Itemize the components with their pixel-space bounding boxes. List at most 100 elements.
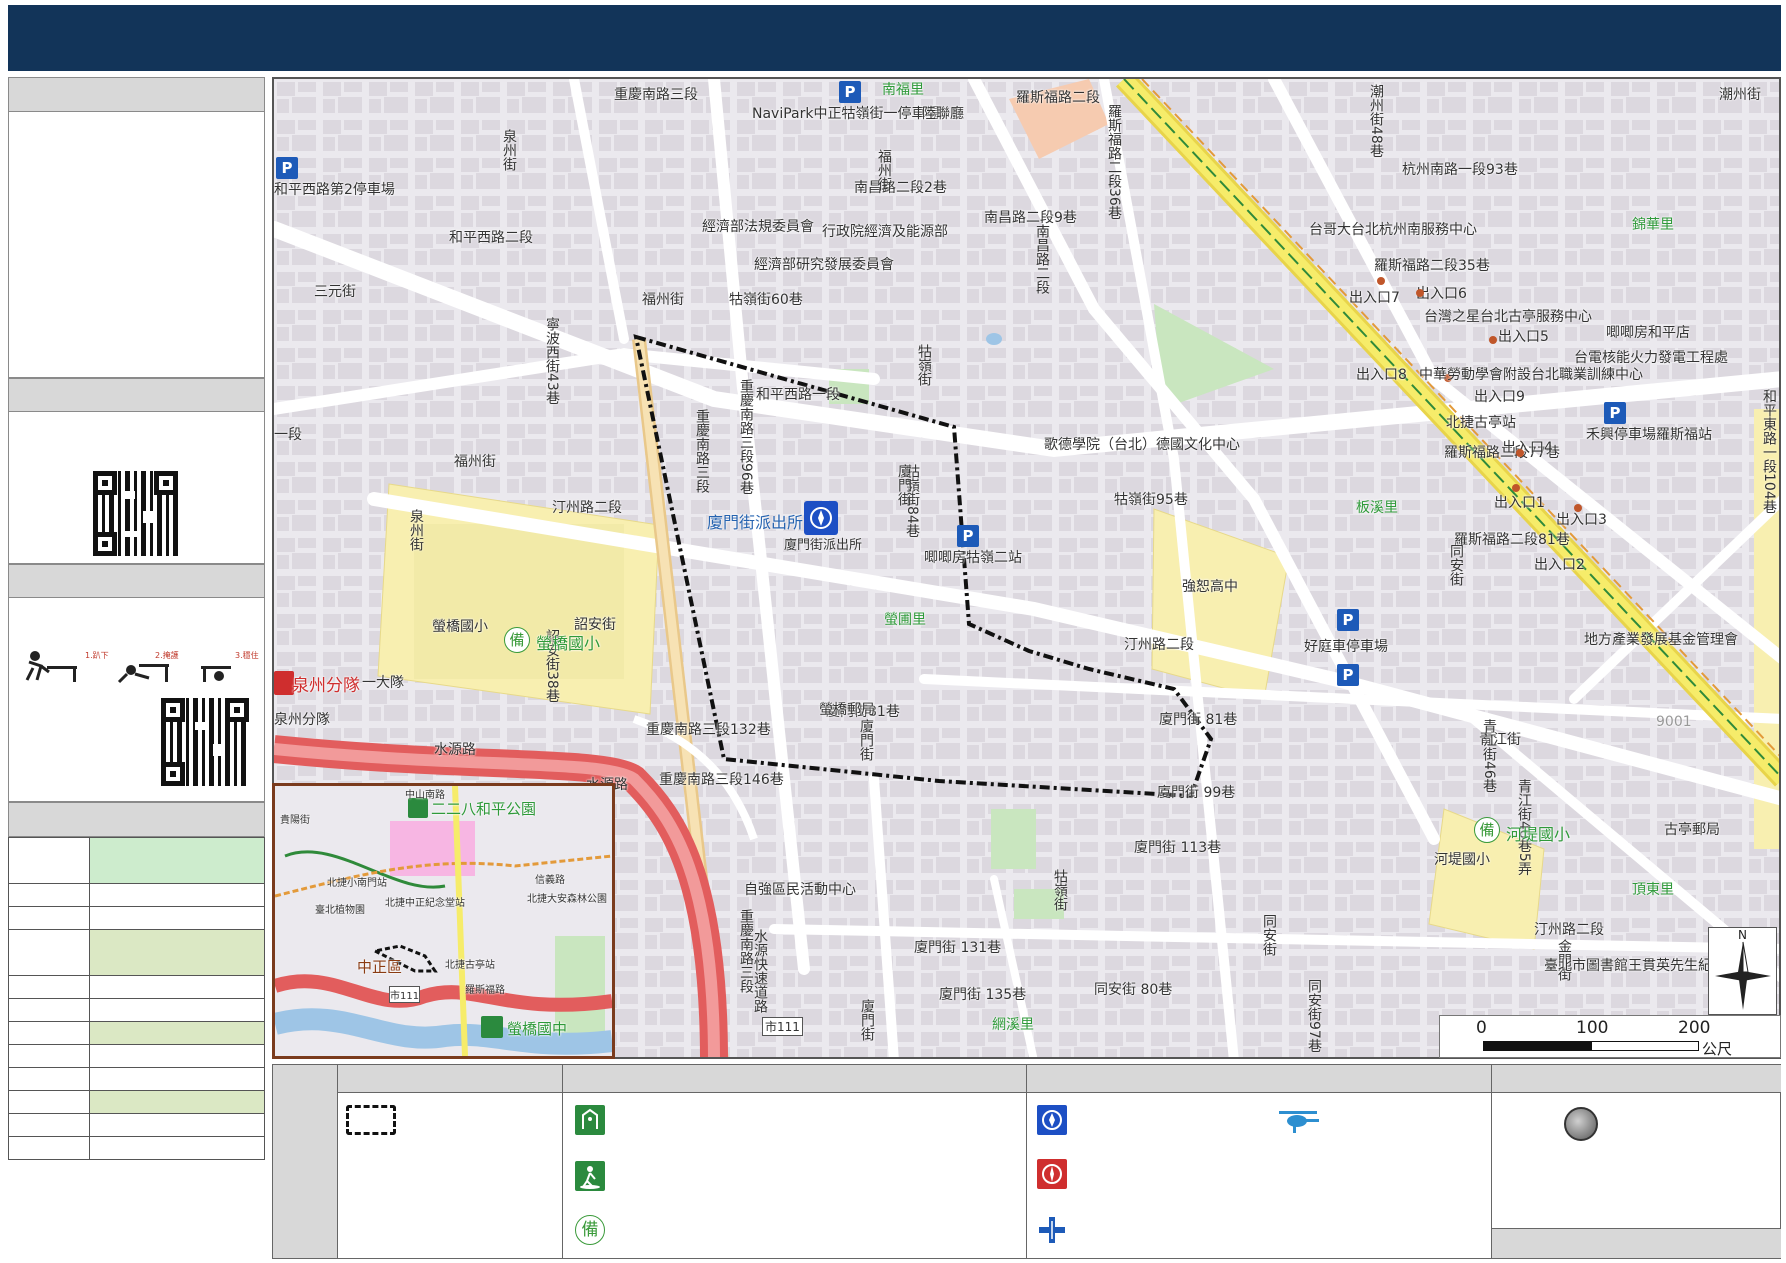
evacuation-shelter-icon bbox=[575, 1105, 605, 1135]
street-label: 廈門街 bbox=[859, 999, 875, 1041]
street-label: 牯嶺街95巷 bbox=[1114, 492, 1188, 508]
village-label: 頂東里 bbox=[1632, 882, 1674, 898]
drill-panel-header bbox=[8, 564, 265, 598]
street-label: 重慶南路三段96巷 bbox=[738, 379, 754, 495]
inset-label: 中山南路 bbox=[405, 790, 445, 801]
poi-label: 出入口2 bbox=[1534, 557, 1585, 573]
inset-label: 貴陽街 bbox=[280, 815, 310, 826]
street-label: 廈門街 113巷 bbox=[1134, 840, 1222, 856]
street-label: 福州街 bbox=[876, 149, 892, 191]
poi-label: 出入口3 bbox=[1556, 512, 1607, 528]
qr-code[interactable] bbox=[93, 471, 178, 556]
metro-exit-icon bbox=[1574, 504, 1582, 512]
poi-label: 和平西路第2停車場 bbox=[274, 182, 395, 198]
street-label: 羅斯福路二段36巷 bbox=[1106, 104, 1122, 220]
poi-label: 河堤國小 bbox=[1434, 852, 1490, 868]
village-label: 南福里 bbox=[882, 82, 924, 98]
street-label: 南昌路二段 bbox=[1034, 224, 1050, 294]
poi-label: 螢橋國小 bbox=[432, 619, 488, 635]
street-label: 和平西路一段 bbox=[756, 387, 840, 403]
info-panel-header bbox=[8, 77, 265, 112]
street-label: 羅斯福路二段35巷 bbox=[1374, 258, 1490, 274]
poi-label: 強恕高中 bbox=[1182, 579, 1238, 595]
poi-label: 廈門街派出所 bbox=[784, 538, 863, 553]
street-label: 一段 bbox=[274, 427, 302, 443]
street-label: 同安街 bbox=[1261, 914, 1277, 956]
poi-label: 歌德學院（台北）德國文化中心 bbox=[1044, 437, 1240, 453]
inset-label: 北捷大安森林公園 bbox=[527, 894, 607, 905]
parking-icon[interactable]: P bbox=[1337, 664, 1359, 686]
inset-label: 北捷小南門站 bbox=[327, 878, 387, 889]
stats-table bbox=[8, 837, 265, 1160]
street-label: 牯嶺街 bbox=[916, 344, 932, 386]
street-label: 牯嶺街 bbox=[1052, 869, 1068, 911]
legend-facility-col bbox=[1027, 1065, 1492, 1258]
police-station-icon[interactable] bbox=[804, 501, 838, 535]
street-label: 潮州街48巷 bbox=[1368, 84, 1384, 158]
poi-label: 台哥大台北杭州南服務中心 bbox=[1309, 222, 1477, 238]
poi-label: 出入口4 bbox=[1502, 440, 1553, 456]
street-label: 三元街 bbox=[314, 284, 356, 300]
poi-label: 陸聯廳 bbox=[922, 106, 964, 122]
poi-label: 自強區民活動中心 bbox=[744, 882, 856, 898]
standby-shelter-icon[interactable]: 備 bbox=[1474, 817, 1500, 843]
standby-shelter-icon[interactable]: 備 bbox=[504, 627, 530, 653]
north-label: N bbox=[1738, 928, 1747, 942]
legend-footer bbox=[1492, 1228, 1781, 1258]
poi-label: 出入口7 bbox=[1349, 290, 1400, 306]
overview-inset-map[interactable]: 二二八和平公園 螢橋國中 中正區 中山南路 貴陽街 北捷小南門站 北捷中正紀念堂… bbox=[272, 783, 615, 1059]
poi-label: 禾興停車場羅斯福站 bbox=[1586, 427, 1712, 443]
shelter-label: 螢橋國小 bbox=[536, 634, 601, 653]
poi-label: 中華勞動學會附設台北職業訓練中心 bbox=[1419, 367, 1643, 383]
parking-icon[interactable]: P bbox=[1604, 402, 1626, 424]
street-label: 和平西路二段 bbox=[449, 230, 533, 246]
route-shield: 市111 bbox=[762, 1017, 803, 1036]
street-label: 寧波西街43巷 bbox=[544, 317, 560, 405]
metro-exit-icon bbox=[1512, 484, 1520, 492]
metro-exit-icon bbox=[1516, 449, 1524, 457]
scale-segment bbox=[1483, 1041, 1591, 1051]
poi-label: 出入口9 bbox=[1474, 389, 1525, 405]
street-label: 羅斯福路二段81巷 bbox=[1454, 532, 1570, 548]
police-icon bbox=[1037, 1105, 1067, 1135]
poi-label: 出入口5 bbox=[1498, 329, 1549, 345]
parking-icon[interactable]: P bbox=[1337, 609, 1359, 631]
stats-panel-header bbox=[8, 802, 265, 837]
qr-panel-header bbox=[8, 378, 265, 412]
poi-label: 出入口1 bbox=[1494, 495, 1545, 511]
poi-label: 經濟部法規委員會 bbox=[702, 219, 814, 235]
street-label: 廈門街 bbox=[896, 464, 912, 506]
helicopter-icon bbox=[1275, 1105, 1321, 1135]
legend-title-col bbox=[273, 1065, 338, 1258]
poi-label: 北捷古亭站 bbox=[1446, 415, 1516, 431]
qr-panel-body bbox=[8, 412, 265, 564]
assembly-point-icon bbox=[1564, 1107, 1598, 1141]
inset-basemap bbox=[275, 786, 612, 1056]
street-label: 南昌路二段2巷 bbox=[854, 180, 947, 196]
poi-label: 台灣之星台北古亭服務中心 bbox=[1424, 309, 1592, 325]
scale-tick: 100 bbox=[1576, 1018, 1609, 1038]
street-label: 重慶南路三段 bbox=[614, 87, 698, 103]
poi-label: 螢橋郵局 bbox=[819, 702, 875, 718]
parking-icon[interactable]: P bbox=[839, 81, 861, 103]
fire-station-icon[interactable] bbox=[274, 671, 294, 695]
poi-label: 好庭車停車場 bbox=[1304, 639, 1388, 655]
street-label: 同安街97巷 bbox=[1306, 979, 1322, 1053]
park-shelter-icon bbox=[408, 798, 428, 818]
street-label: 泉州街 bbox=[501, 129, 517, 171]
street-label: 福州街 bbox=[642, 292, 684, 308]
parking-icon[interactable]: P bbox=[276, 157, 298, 179]
street-label: 廈門街 81巷 bbox=[1159, 712, 1238, 728]
poi-label: 唧唧房和平店 bbox=[1606, 325, 1690, 341]
legend-boundary-col bbox=[338, 1065, 563, 1258]
fire-department-icon bbox=[1037, 1159, 1067, 1189]
inset-label: 北捷中正紀念堂站 bbox=[385, 898, 465, 909]
info-panel-body bbox=[8, 112, 265, 378]
parking-icon[interactable]: P bbox=[957, 525, 979, 547]
street-label: 廈門街 135巷 bbox=[939, 987, 1027, 1003]
street-label: 和平東路一段104巷 bbox=[1761, 389, 1777, 514]
inset-shelter-label: 螢橋國中 bbox=[507, 1020, 568, 1038]
legend-other-col bbox=[1492, 1065, 1781, 1258]
inset-label: 信義路 bbox=[535, 875, 565, 886]
drill-qr-code[interactable] bbox=[161, 698, 249, 786]
